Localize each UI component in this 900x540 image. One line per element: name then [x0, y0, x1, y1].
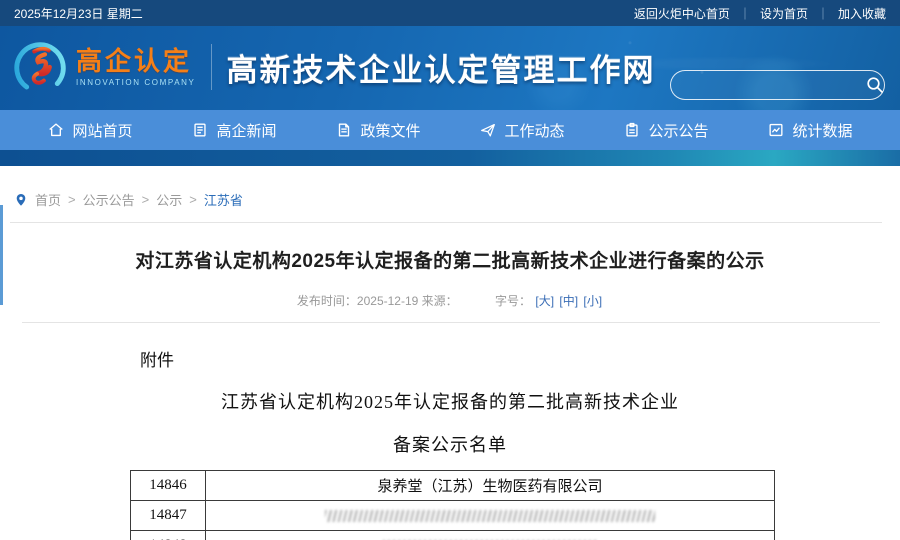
nav-label: 高企新闻 [216, 120, 276, 141]
company-name-cell [206, 531, 775, 540]
link-set-homepage[interactable]: 设为首页 [760, 5, 808, 22]
nav-label: 网站首页 [72, 120, 132, 141]
table-row: 14848 [131, 531, 775, 540]
article-title: 对江苏省认定机构2025年认定报备的第二批高新技术企业进行备案的公示 [0, 246, 900, 273]
source-label: 来源： [422, 294, 458, 308]
search-button[interactable] [865, 71, 884, 99]
divider [22, 322, 880, 323]
search-icon [866, 76, 884, 94]
logo-subtitle: INNOVATION COMPANY [76, 78, 195, 87]
list-title-line2: 备案公示名单 [0, 431, 900, 457]
nav-item-announcements[interactable]: 公示公告 [623, 120, 708, 141]
link-add-favorite[interactable]: 加入收藏 [838, 5, 886, 22]
serial-number: 14848 [131, 531, 206, 540]
site-header: 高企认定 INNOVATION COMPANY 高新技术企业认定管理工作网 [0, 26, 900, 110]
current-date: 2025年12月23日 星期二 [14, 5, 143, 22]
link-separator: ｜ [817, 5, 829, 22]
table-row: 14847 [131, 501, 775, 531]
left-edge-widget [0, 205, 3, 305]
brand-divider [211, 44, 212, 90]
site-logo[interactable]: 高企认定 INNOVATION COMPANY 高新技术企业认定管理工作网 [10, 38, 655, 96]
logo-swirl-icon [10, 38, 72, 96]
link-separator: ｜ [739, 5, 751, 22]
divider [10, 222, 882, 223]
article-meta: 发布时间：2025-12-19 来源： 字号： [大] [中] [小] [0, 292, 900, 309]
nav-label: 工作动态 [504, 120, 564, 141]
clipboard-icon [623, 121, 641, 139]
top-utility-bar: 2025年12月23日 星期二 返回火炬中心首页 ｜ 设为首页 ｜ 加入收藏 [0, 0, 900, 26]
nav-item-home[interactable]: 网站首页 [47, 120, 132, 141]
crumb-home[interactable]: 首页 [35, 190, 61, 209]
serial-number: 14847 [131, 501, 206, 531]
list-title-line1: 江苏省认定机构2025年认定报备的第二批高新技术企业 [0, 388, 900, 414]
nav-label: 公示公告 [648, 120, 708, 141]
attachment-label: 附件 [140, 346, 900, 371]
company-table: 14846 泉养堂（江苏）生物医药有限公司 14847 14848 [130, 470, 775, 540]
link-torch-center-home[interactable]: 返回火炬中心首页 [634, 5, 730, 22]
font-size-large[interactable]: [大] [535, 294, 554, 308]
statistics-chart-icon [767, 121, 785, 139]
nav-item-policy[interactable]: 政策文件 [335, 120, 420, 141]
crumb-publicity[interactable]: 公示 [156, 190, 182, 209]
paper-plane-icon [479, 121, 497, 139]
logo-title: 高企认定 [76, 48, 195, 74]
home-icon [47, 121, 65, 139]
crumb-separator: > [68, 192, 76, 207]
nav-label: 统计数据 [792, 120, 852, 141]
news-icon [191, 121, 209, 139]
company-name: 泉养堂（江苏）生物医药有限公司 [206, 471, 775, 501]
search-input[interactable] [671, 71, 865, 99]
redacted-company-name [325, 510, 655, 522]
crumb-separator: > [189, 192, 197, 207]
policy-document-icon [335, 121, 353, 139]
crumb-jiangsu[interactable]: 江苏省 [204, 190, 243, 209]
font-size-medium[interactable]: [中] [559, 294, 578, 308]
location-pin-icon [14, 192, 28, 208]
company-name-cell [206, 501, 775, 531]
font-size-small[interactable]: [小] [583, 294, 602, 308]
header-bottom-strip [0, 150, 900, 166]
site-title: 高新技术企业认定管理工作网 [226, 45, 655, 90]
publish-date: 2025-12-19 [357, 294, 418, 308]
main-navigation: 网站首页 高企新闻 政策文件 工作动态 [0, 110, 900, 150]
nav-item-updates[interactable]: 工作动态 [479, 120, 564, 141]
nav-item-statistics[interactable]: 统计数据 [767, 120, 852, 141]
page-content: 首页 > 公示公告 > 公示 > 江苏省 对江苏省认定机构2025年认定报备的第… [0, 166, 900, 540]
serial-number: 14846 [131, 471, 206, 501]
nav-label: 政策文件 [360, 120, 420, 141]
breadcrumb: 首页 > 公示公告 > 公示 > 江苏省 [0, 166, 900, 209]
crumb-separator: > [142, 192, 150, 207]
nav-item-news[interactable]: 高企新闻 [191, 120, 276, 141]
search-box [670, 70, 885, 100]
font-size-label: 字号： [495, 294, 531, 308]
table-row: 14846 泉养堂（江苏）生物医药有限公司 [131, 471, 775, 501]
publish-time-label: 发布时间： [297, 294, 357, 308]
crumb-announcements[interactable]: 公示公告 [83, 190, 135, 209]
